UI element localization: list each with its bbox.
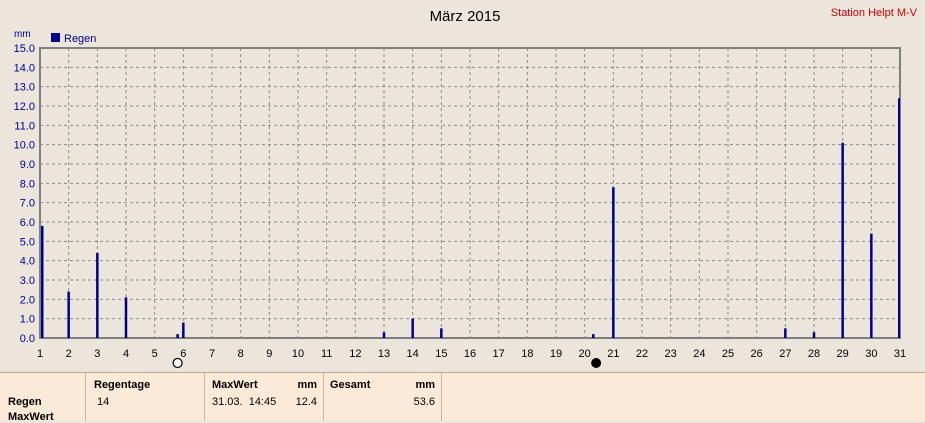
maxwert-value: 12.4	[295, 396, 317, 408]
legend-swatch	[51, 33, 60, 42]
gesamt-header: Gesamt	[330, 379, 371, 391]
x-tick-label: 1	[37, 348, 43, 360]
regentage-value: 14	[97, 396, 110, 408]
station-label: Station Helpt M-V	[831, 7, 918, 19]
x-tick-label: 6	[180, 348, 186, 360]
maxwert-header: MaxWert	[212, 379, 258, 391]
rain-chart: März 2015 Station Helpt M-V mm Regen 0.0…	[14, 7, 918, 369]
y-tick-label: 4.0	[20, 256, 35, 268]
rain-bar	[870, 233, 873, 338]
x-tick-label: 4	[123, 348, 129, 360]
chart-title: März 2015	[430, 8, 501, 25]
full-moon-icon	[172, 357, 183, 369]
x-tick-label: 23	[665, 348, 677, 360]
y-tick-label: 1.0	[20, 314, 35, 326]
x-tick-label: 3	[94, 348, 100, 360]
maxwert-date: 31.03. 14:45	[212, 396, 277, 408]
y-tick-label: 7.0	[20, 198, 35, 210]
x-tick-label: 20	[579, 348, 591, 360]
y-tick-label: 10.0	[14, 140, 35, 152]
gesamt-unit: mm	[415, 379, 435, 391]
x-tick-label: 19	[550, 348, 562, 360]
rain-bar	[784, 328, 787, 338]
summary-table: Regen MaxWert Regentage 14 MaxWert mm 31…	[0, 372, 925, 423]
x-tick-label: 9	[266, 348, 272, 360]
x-tick-label: 5	[152, 348, 158, 360]
y-tick-label: 3.0	[20, 275, 35, 287]
y-tick-label: 2.0	[20, 294, 35, 306]
x-tick-label: 2	[66, 348, 72, 360]
summary-gesamt: Gesamt mm 53.6	[324, 373, 442, 421]
summary-label-column: Regen MaxWert	[0, 373, 86, 423]
rain-bar	[812, 332, 816, 338]
rain-bar	[182, 322, 185, 338]
rain-bar	[96, 252, 99, 338]
x-tick-label: 29	[837, 348, 849, 360]
x-tick-label: 15	[435, 348, 447, 360]
x-tick-label: 24	[693, 348, 705, 360]
x-tick-label: 17	[493, 348, 505, 360]
x-tick-label: 11	[321, 348, 332, 360]
x-tick-label: 22	[636, 348, 648, 360]
x-axis-ticks: 1 2 3 4 5 6 7 8 9 10 11 12 13 14 15 16 17 18 19 20 21 22 23 24 2…	[37, 348, 906, 360]
x-tick-label: 25	[722, 348, 734, 360]
y-tick-label: 15.0	[14, 43, 35, 55]
rain-bar	[841, 142, 844, 338]
y-tick-label: 14.0	[14, 62, 35, 74]
y-tick-label: 6.0	[20, 217, 35, 229]
maxwert-unit: mm	[297, 379, 317, 391]
x-tick-label: 16	[464, 348, 476, 360]
rain-bar	[176, 334, 179, 338]
x-tick-label: 14	[407, 348, 419, 360]
x-tick-label: 21	[607, 348, 619, 360]
x-tick-label: 12	[349, 348, 361, 360]
new-moon-icon	[591, 358, 602, 368]
rain-bar	[41, 225, 44, 338]
x-tick-label: 26	[751, 348, 763, 360]
regentage-header: Regentage	[94, 379, 151, 391]
legend-label: Regen	[64, 33, 96, 45]
x-tick-label: 18	[521, 348, 533, 360]
gesamt-value: 53.6	[413, 396, 435, 408]
x-tick-label: 31	[894, 348, 906, 360]
summary-maxwert: MaxWert mm 31.03. 14:45 12.4	[205, 373, 324, 421]
rain-bar	[124, 297, 128, 338]
y-axis-ticks: 0.0 1.0 2.0 3.0 4.0 5.0 6.0 7.0 8.0 9.0 10.0 11.0 12…	[14, 43, 35, 345]
x-tick-label: 8	[238, 348, 244, 360]
y-tick-label: 9.0	[20, 159, 35, 171]
row-label-regen: Regen	[8, 396, 42, 408]
rain-bar	[411, 318, 414, 338]
rain-bar	[440, 328, 443, 338]
x-tick-label: 27	[779, 348, 791, 360]
y-tick-label: 8.0	[20, 178, 35, 190]
y-tick-label: 13.0	[14, 82, 35, 94]
y-axis-unit: mm	[14, 29, 31, 40]
x-tick-label: 28	[808, 348, 820, 360]
rain-bar	[67, 291, 70, 338]
y-tick-label: 5.0	[20, 236, 35, 248]
x-tick-label: 7	[209, 348, 215, 360]
rain-bar	[382, 332, 386, 338]
y-tick-label: 11.0	[14, 120, 35, 132]
x-tick-label: 13	[378, 348, 390, 360]
x-tick-label: 10	[292, 348, 304, 360]
rain-bar	[612, 187, 615, 338]
y-tick-label: 0.0	[20, 333, 35, 345]
y-tick-label: 12.0	[14, 101, 35, 113]
row-label-maxwert: MaxWert	[8, 411, 54, 423]
rain-bar	[592, 334, 595, 338]
rain-bar	[898, 98, 900, 339]
x-tick-label: 30	[865, 348, 877, 360]
summary-regentage: Regentage 14	[86, 373, 205, 421]
